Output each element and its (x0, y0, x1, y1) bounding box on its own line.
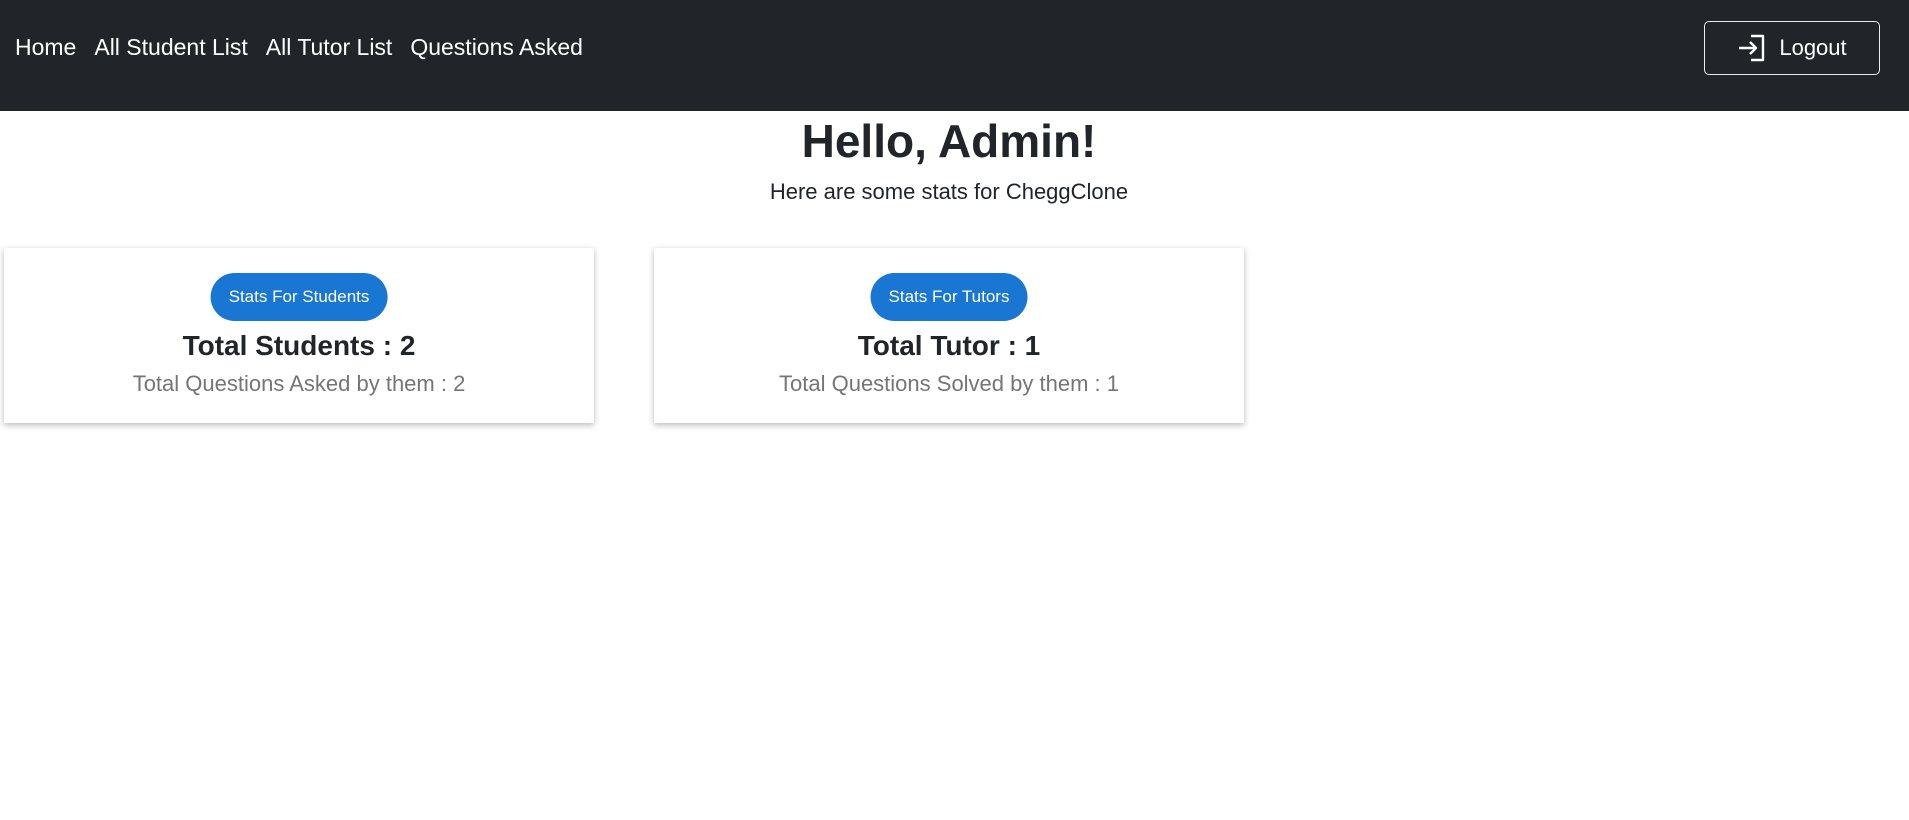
top-navbar: Home All Student List All Tutor List Que… (0, 0, 1909, 111)
nav-link-all-student-list[interactable]: All Student List (94, 34, 247, 61)
questions-solved-count: Total Questions Solved by them : 1 (779, 371, 1119, 396)
stats-for-students-button[interactable]: Stats For Students (210, 273, 388, 321)
login-arrow-icon (1737, 34, 1767, 62)
nav-links: Home All Student List All Tutor List Que… (15, 34, 583, 61)
nav-link-all-tutor-list[interactable]: All Tutor List (266, 34, 393, 61)
logout-button[interactable]: Logout (1704, 21, 1880, 75)
questions-asked-count: Total Questions Asked by them : 2 (132, 371, 466, 396)
students-stats-card: Stats For Students Total Students : 2 To… (4, 248, 594, 423)
logout-label: Logout (1779, 35, 1847, 60)
total-tutor-heading: Total Tutor : 1 (857, 330, 1041, 361)
page-subtitle: Here are some stats for CheggClone (769, 179, 1129, 204)
total-students-heading: Total Students : 2 (182, 330, 416, 361)
stats-for-tutors-button[interactable]: Stats For Tutors (870, 273, 1028, 321)
nav-link-home[interactable]: Home (15, 34, 76, 61)
nav-link-questions-asked[interactable]: Questions Asked (410, 34, 583, 61)
tutors-stats-card: Stats For Tutors Total Tutor : 1 Total Q… (654, 248, 1244, 423)
page-title: Hello, Admin! (801, 115, 1097, 167)
